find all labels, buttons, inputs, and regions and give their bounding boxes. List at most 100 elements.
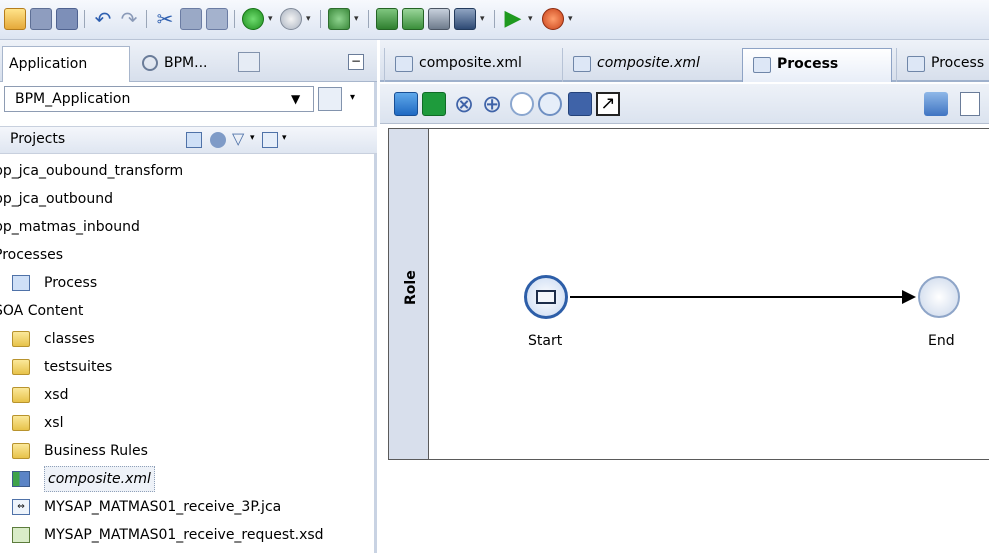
tab-process-2[interactable]: Process [896, 48, 989, 82]
projects-label: Projects [10, 131, 66, 147]
swimlane: Role Start End [388, 128, 989, 460]
bpm-icon [142, 55, 158, 71]
end-label: End [928, 333, 955, 349]
editor-tabs: composite.xml composite.xml Process Proc… [380, 40, 989, 82]
toolbar-separator [234, 10, 235, 28]
tree-item[interactable]: xsd [0, 381, 377, 409]
copy-icon[interactable] [180, 8, 202, 30]
tab-composite-xml[interactable]: composite.xml [384, 48, 556, 82]
back-icon[interactable] [242, 8, 264, 30]
build-icon[interactable] [376, 8, 398, 30]
tab-composite-xml-modified[interactable]: composite.xml [562, 48, 736, 82]
resource-palette-tab-icon[interactable] [238, 52, 260, 72]
filter-icon[interactable]: ▽ [232, 129, 244, 148]
jca-icon: ⇔ [12, 499, 30, 515]
data-object-icon[interactable] [568, 92, 592, 116]
navigator-tabs: Application BPM... − [0, 40, 377, 82]
composite-icon [395, 56, 413, 72]
search-icon[interactable] [186, 132, 202, 148]
tab-bpm[interactable]: BPM... [134, 46, 232, 82]
tree-item[interactable]: Business Rules [0, 437, 377, 465]
process-icon [753, 57, 771, 73]
toolbar-separator [146, 10, 147, 28]
exclusive-gateway-icon[interactable]: ⊗ [452, 92, 476, 116]
toolbar-separator [320, 10, 321, 28]
minimize-icon[interactable]: − [348, 54, 364, 70]
tree-item[interactable]: bp_jca_oubound_transform [0, 157, 377, 185]
clean-icon[interactable] [454, 8, 476, 30]
tab-application[interactable]: Application [2, 46, 130, 82]
toolbar-separator [494, 10, 495, 28]
forward-icon[interactable] [280, 8, 302, 30]
tree-item[interactable]: bp_matmas_inbound [0, 213, 377, 241]
open-icon[interactable] [4, 8, 26, 30]
process-icon [907, 56, 925, 72]
editor-area: composite.xml composite.xml Process Proc… [380, 40, 989, 553]
sequence-flow[interactable] [570, 296, 910, 298]
application-selector[interactable]: BPM_Application ▼ [4, 86, 314, 112]
tree-item[interactable]: bp_jca_outbound [0, 185, 377, 213]
toolbar-separator [84, 10, 85, 28]
folder-icon [12, 415, 30, 431]
start-event-icon[interactable] [510, 92, 534, 116]
debug-dropdown-icon[interactable]: ▾ [568, 14, 573, 24]
tree-item[interactable]: Processes [0, 241, 377, 269]
chevron-down-icon: ▼ [291, 92, 301, 106]
working-sets-icon[interactable] [262, 132, 278, 148]
tree-item[interactable]: ⇔ MYSAP_MATMAS01_receive_3P.jca [0, 493, 377, 521]
paste-icon[interactable] [206, 8, 228, 30]
lane-header[interactable]: Role [389, 129, 429, 459]
message-icon [536, 290, 556, 304]
tree-item[interactable]: testsuites [0, 353, 377, 381]
rebuild-icon[interactable] [402, 8, 424, 30]
undo-icon[interactable]: ↶ [92, 8, 114, 30]
clean-dropdown-icon[interactable]: ▾ [480, 14, 485, 24]
back-dropdown-icon[interactable]: ▾ [268, 14, 273, 24]
tree-item[interactable]: classes [0, 325, 377, 353]
user-task-icon[interactable] [422, 92, 446, 116]
tree-item[interactable]: SOA Content [0, 297, 377, 325]
folder-icon [12, 359, 30, 375]
run-dropdown-icon[interactable]: ▾ [528, 14, 533, 24]
forward-dropdown-icon[interactable]: ▾ [306, 14, 311, 24]
make-icon[interactable] [428, 8, 450, 30]
start-event[interactable] [524, 275, 568, 319]
toolbar-separator [368, 10, 369, 28]
connector-icon[interactable]: ↗ [596, 92, 620, 116]
end-event[interactable] [918, 276, 960, 318]
tree-item[interactable]: MYSAP_MATMAS01_receive_request.xsd [0, 521, 377, 549]
cut-icon[interactable]: ✂ [154, 8, 176, 30]
deploy-dropdown-icon[interactable]: ▾ [354, 14, 359, 24]
tree-item[interactable]: composite.xml [0, 465, 377, 493]
menu-dropdown-icon[interactable]: ▾ [350, 92, 355, 103]
tree-item[interactable]: Process [0, 269, 377, 297]
parallel-gateway-icon[interactable]: ⊕ [480, 92, 504, 116]
tab-process[interactable]: Process [742, 48, 892, 82]
debug-icon[interactable] [542, 8, 564, 30]
hierarchy-icon[interactable] [924, 92, 948, 116]
folder-icon [12, 331, 30, 347]
layout-icon[interactable] [960, 92, 980, 116]
working-sets-dropdown-icon[interactable]: ▾ [282, 133, 287, 143]
composite-icon [573, 56, 591, 72]
main-toolbar: ↶ ↷ ✂ ▾ ▾ ▾ ▾ ▶ ▾ ▾ [0, 0, 989, 40]
run-icon[interactable]: ▶ [502, 8, 524, 30]
arrow-head-icon [902, 290, 916, 304]
refresh-icon[interactable] [210, 132, 226, 148]
redo-icon[interactable]: ↷ [118, 8, 140, 30]
end-event-icon[interactable] [538, 92, 562, 116]
save-all-icon[interactable] [56, 8, 78, 30]
application-menu-icon[interactable] [318, 87, 342, 111]
application-navigator: Application BPM... − BPM_Application ▼ ▾… [0, 40, 377, 553]
tree-item[interactable]: xsl [0, 409, 377, 437]
projects-header: Projects ▽ ▾ ▾ [0, 126, 377, 154]
bpmn-palette: ⊗ ⊕ ↗ [380, 84, 989, 124]
deploy-icon[interactable] [328, 8, 350, 30]
folder-icon [12, 443, 30, 459]
xsd-icon [12, 527, 30, 543]
composite-icon [12, 471, 30, 487]
pool-icon[interactable] [394, 92, 418, 116]
save-icon[interactable] [30, 8, 52, 30]
filter-dropdown-icon[interactable]: ▾ [250, 133, 255, 143]
folder-icon [12, 387, 30, 403]
